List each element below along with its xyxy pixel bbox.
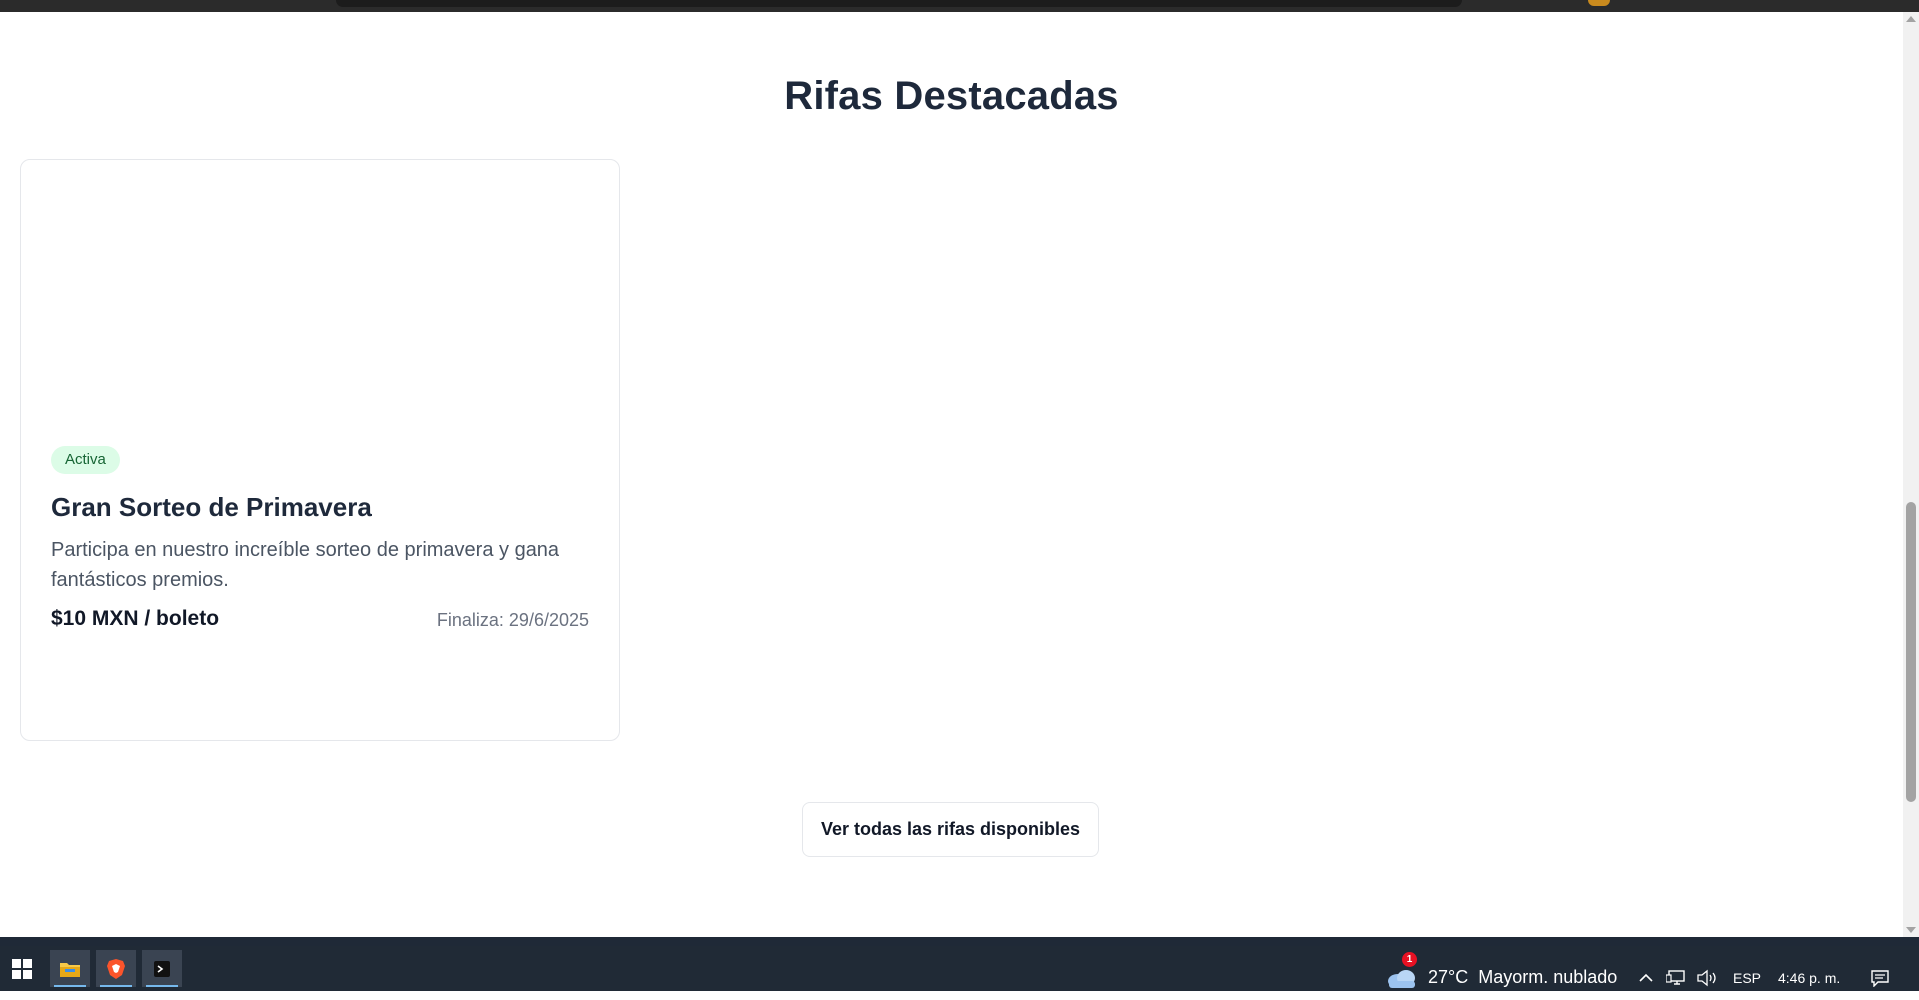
system-clock[interactable]: 4:46 p. m. (1778, 955, 1840, 1000)
windows-logo-icon (12, 958, 32, 979)
folder-icon (60, 962, 80, 977)
weather-temperature: 27°C (1428, 967, 1469, 987)
weather-alert-badge: 1 (1402, 952, 1417, 967)
speaker-icon (1697, 969, 1716, 986)
windows-taskbar: 27°C Mayorm. nublado 1 ESP 4:46 p. m. (0, 937, 1919, 991)
app-window-icon (154, 960, 170, 977)
address-bar[interactable] (336, 0, 1462, 7)
start-button[interactable] (2, 950, 42, 987)
taskbar-terminal-app[interactable] (142, 950, 182, 987)
network-icon (1666, 969, 1685, 985)
weather-description: Mayorm. nublado (1478, 967, 1618, 987)
end-date: Finaliza: 29/6/2025 (436, 610, 589, 630)
raffle-card[interactable]: Activa Gran Sorteo de Primavera Particip… (20, 159, 620, 741)
scroll-down-icon[interactable] (1906, 927, 1916, 933)
network-tray-button[interactable] (1666, 955, 1686, 1000)
raffle-title[interactable]: Gran Sorteo de Primavera (51, 492, 372, 523)
raffle-image (21, 160, 619, 430)
notification-center-button[interactable] (1870, 955, 1890, 1000)
taskbar-file-explorer[interactable] (50, 950, 90, 987)
page-scrollbar[interactable] (1903, 12, 1919, 937)
weather-widget[interactable]: 27°C Mayorm. nublado (1386, 955, 1617, 1000)
taskbar-bar: 27°C Mayorm. nublado 1 ESP 4:46 p. m. (0, 946, 1919, 991)
scroll-thumb[interactable] (1906, 502, 1916, 802)
language-indicator[interactable]: ESP (1733, 955, 1761, 1000)
page-content: Rifas Destacadas Activa Gran Sorteo de P… (0, 12, 1903, 937)
raffle-description: Participa en nuestro increíble sorteo de… (51, 539, 560, 591)
volume-tray-button[interactable] (1696, 955, 1718, 1000)
status-badge: Activa (51, 446, 120, 474)
ticket-price: $10 MXN / boleto (51, 607, 220, 630)
browser-chrome (0, 0, 1919, 12)
cloud-icon (1388, 969, 1415, 988)
view-all-raffles-button[interactable]: Ver todas las rifas disponibles (802, 802, 1099, 857)
show-hidden-icons-button[interactable] (1638, 955, 1654, 1000)
scroll-up-icon[interactable] (1906, 16, 1916, 22)
notifications-icon (1871, 969, 1889, 987)
section-title: Rifas Destacadas (784, 74, 1119, 118)
taskbar-brave-browser[interactable] (96, 950, 136, 987)
brave-lion-icon (107, 958, 125, 979)
chevron-up-icon (1639, 973, 1653, 982)
extension-icon[interactable] (1588, 0, 1610, 6)
